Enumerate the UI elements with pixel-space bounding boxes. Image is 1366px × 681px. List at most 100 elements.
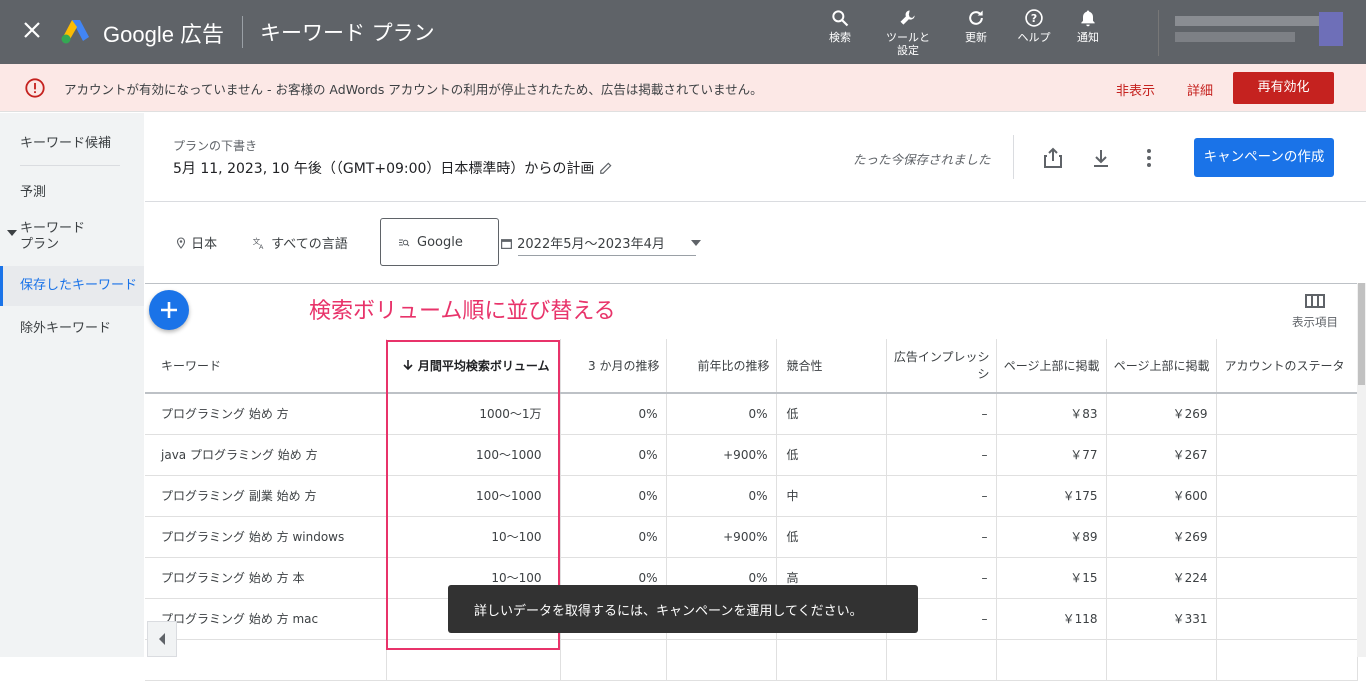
- account-status-cell: [1216, 516, 1358, 558]
- notifications-button[interactable]: 通知: [1053, 6, 1123, 44]
- three-month-cell: 0%: [560, 434, 667, 476]
- plan-title: 5月 11, 2023, 10 午後（（GMT+09:00）日本標準時）からの計…: [173, 158, 613, 178]
- language-filter[interactable]: 文A すべての言語: [251, 233, 348, 252]
- plus-icon: [161, 302, 177, 318]
- error-icon: [25, 78, 45, 98]
- sidebar-item-keyword-plan[interactable]: キーワード プラン: [0, 221, 144, 253]
- table-row[interactable]: プログラミング 副業 始め 方 100〜1000 0% 0% 中 – ￥175 ￥600: [145, 475, 1358, 517]
- refresh-icon: [969, 10, 983, 25]
- yoy-cell: 0%: [666, 475, 777, 517]
- location-label: 日本: [191, 237, 218, 252]
- table-row[interactable]: プログラミング 始め 方 1000〜1万 0% 0% 低 – ￥83 ￥269: [145, 393, 1358, 435]
- divider: [242, 16, 243, 48]
- account-status-cell: [1216, 557, 1358, 599]
- impression-cell: [886, 639, 997, 681]
- column-header-top-bid-high[interactable]: ページ上部に掲載: [1106, 339, 1217, 394]
- filters-divider-line: [145, 283, 1366, 284]
- more-options-icon[interactable]: [1137, 146, 1161, 170]
- volume-cell: 1000〜1万: [386, 393, 561, 435]
- brand-name: Google 広告: [103, 22, 225, 47]
- network-filter[interactable]: Google: [380, 218, 499, 266]
- yoy-cell: +900%: [666, 434, 777, 476]
- impression-cell: –: [886, 393, 997, 435]
- search-icon: [832, 10, 849, 27]
- wrench-icon: [900, 10, 915, 25]
- three-month-cell: [560, 639, 667, 681]
- edit-pencil-icon[interactable]: [599, 161, 613, 175]
- close-icon[interactable]: [20, 18, 44, 42]
- help-icon: ?: [1025, 9, 1043, 27]
- location-pin-icon: [176, 237, 186, 249]
- table-header-row: キーワード 月間平均検索ボリューム 3 か月の推移 前年比の推移 競合性 広告イ…: [145, 339, 1358, 394]
- add-keyword-button[interactable]: [149, 290, 189, 330]
- calendar-icon: [501, 239, 512, 249]
- keyword-cell: java プログラミング 始め 方: [145, 434, 387, 476]
- competition-cell: 中: [776, 475, 887, 517]
- location-filter[interactable]: 日本: [175, 233, 217, 252]
- account-status-cell: [1216, 475, 1358, 517]
- reactivate-button[interactable]: 再有効化: [1233, 72, 1334, 104]
- three-month-cell: 0%: [560, 516, 667, 558]
- table-row[interactable]: java プログラミング 始め 方 100〜1000 0% +900% 低 – ￥77 ￥26…: [145, 434, 1358, 476]
- sidebar-item-keyword-ideas[interactable]: キーワード候補: [0, 132, 144, 151]
- tool-label: 検索: [829, 31, 851, 44]
- tool-label: ツールと設定: [886, 31, 930, 57]
- three-month-cell: 0%: [560, 475, 667, 517]
- tools-settings-button[interactable]: ツールと設定: [873, 6, 943, 57]
- column-header-account-status[interactable]: アカウントのステータ: [1216, 339, 1358, 394]
- bell-icon: [1081, 10, 1095, 27]
- tool-label: 更新: [965, 31, 987, 44]
- sidebar: キーワード候補 予測 キーワード プラン 保存したキーワード 除外キーワード: [0, 113, 144, 657]
- sort-arrow-down-icon: [403, 360, 413, 371]
- column-header-ad-impression[interactable]: 広告インプレッシ シ: [886, 339, 997, 394]
- language-label: すべての言語: [271, 237, 348, 252]
- yoy-cell: 0%: [666, 393, 777, 435]
- share-icon[interactable]: [1041, 146, 1065, 170]
- top-bid-low-cell: ￥77: [996, 434, 1107, 476]
- page-title: キーワード プラン: [260, 21, 435, 45]
- search-tool-button[interactable]: 検索: [805, 6, 875, 44]
- column-header-yoy-trend[interactable]: 前年比の推移: [666, 339, 777, 394]
- date-range-filter[interactable]: 2022年5月〜2023年4月: [500, 233, 701, 252]
- sidebar-item-negative-keywords[interactable]: 除外キーワード: [0, 317, 144, 336]
- keyword-cell: プログラミング 副業 始め 方: [145, 475, 387, 517]
- top-bid-high-cell: ￥600: [1106, 475, 1217, 517]
- toast-message: 詳しいデータを取得するには、キャンペーンを運用してください。: [448, 585, 918, 633]
- three-month-cell: 0%: [560, 393, 667, 435]
- create-campaign-button[interactable]: キャンペーンの作成: [1194, 138, 1334, 177]
- top-bid-high-cell: ￥267: [1106, 434, 1217, 476]
- yoy-cell: +900%: [666, 516, 777, 558]
- annotation-text: 検索ボリューム順に並び替える: [309, 299, 616, 324]
- volume-cell: 10〜100: [386, 516, 561, 558]
- alert-details-link[interactable]: 詳細: [1187, 80, 1213, 99]
- dropdown-arrow-icon: [691, 240, 701, 246]
- alert-message: アカウントが有効になっていません - お客様の AdWords アカウントの利用…: [64, 82, 763, 97]
- date-range-label: 2022年5月〜2023年4月: [517, 237, 665, 252]
- column-header-keyword[interactable]: キーワード: [145, 339, 387, 394]
- download-icon[interactable]: [1089, 146, 1113, 170]
- scrollbar-thumb[interactable]: [1358, 283, 1365, 385]
- sidebar-item-saved-keywords[interactable]: 保存したキーワード: [0, 266, 144, 306]
- top-bid-high-cell: ￥269: [1106, 393, 1217, 435]
- top-bid-low-cell: ￥175: [996, 475, 1107, 517]
- column-header-monthly-volume[interactable]: 月間平均検索ボリューム: [386, 339, 561, 394]
- volume-cell: [386, 639, 561, 681]
- sidebar-item-forecast[interactable]: 予測: [0, 181, 144, 200]
- account-alert-banner: アカウントが有効になっていません - お客様の AdWords アカウントの利用…: [0, 64, 1366, 112]
- search-network-icon: [399, 239, 410, 247]
- account-info-blurred[interactable]: [1158, 10, 1344, 56]
- hide-alert-link[interactable]: 非表示: [1116, 80, 1155, 99]
- top-bid-low-cell: ￥15: [996, 557, 1107, 599]
- tool-label: ヘルプ: [1017, 31, 1051, 44]
- column-header-competition[interactable]: 競合性: [776, 339, 887, 394]
- columns-button[interactable]: 表示項目: [1285, 293, 1345, 330]
- column-header-top-bid-low[interactable]: ページ上部に掲載: [996, 339, 1107, 394]
- table-row[interactable]: [145, 639, 1358, 681]
- svg-text:A: A: [259, 243, 264, 250]
- scroll-left-button[interactable]: [147, 621, 177, 657]
- top-bid-low-cell: ￥89: [996, 516, 1107, 558]
- keyword-cell: プログラミング 始め 方 windows: [145, 516, 387, 558]
- translate-icon: 文A: [253, 236, 264, 251]
- table-row[interactable]: プログラミング 始め 方 windows 10〜100 0% +900% 低 – ￥89 ￥2…: [145, 516, 1358, 558]
- column-header-three-month-trend[interactable]: 3 か月の推移: [560, 339, 667, 394]
